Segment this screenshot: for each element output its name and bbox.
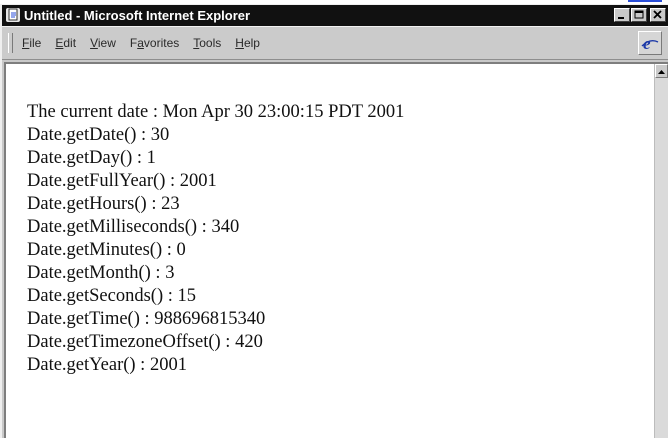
menu-bar: File Edit View Favorites Tools Help e	[2, 26, 668, 60]
page-content[interactable]: The current date : Mon Apr 30 23:00:15 P…	[6, 64, 654, 438]
menu-file[interactable]: File	[22, 36, 41, 50]
menu-help-accel: H	[235, 36, 244, 50]
title-bar[interactable]: Untitled - Microsoft Internet Explorer	[2, 5, 668, 26]
date-line: Date.getTimezoneOffset() : 420	[27, 332, 263, 352]
menu-items: File Edit View Favorites Tools Help	[22, 27, 274, 59]
date-line: Date.getFullYear() : 2001	[27, 171, 217, 191]
window-title: Untitled - Microsoft Internet Explorer	[24, 8, 251, 23]
scroll-up-arrow-icon	[658, 70, 665, 74]
menu-help-rest: elp	[243, 36, 260, 50]
date-line: Date.getDate() : 30	[27, 125, 170, 145]
ie-logo-icon: e	[641, 34, 659, 53]
menu-edit-rest: dit	[63, 36, 77, 50]
date-line: Date.getYear() : 2001	[27, 355, 187, 375]
close-button[interactable]	[650, 8, 666, 22]
menu-favorites-accel: a	[137, 36, 144, 50]
scroll-up-button[interactable]	[655, 64, 668, 78]
content-frame: The current date : Mon Apr 30 23:00:15 P…	[4, 62, 668, 438]
menu-favorites-rest: vorites	[143, 36, 180, 50]
date-line: Date.getTime() : 988696815340	[27, 309, 266, 329]
menu-help[interactable]: Help	[235, 36, 260, 50]
browser-window: Untitled - Microsoft Internet Explorer F…	[0, 4, 668, 438]
close-icon	[653, 10, 662, 19]
maximize-button[interactable]	[631, 8, 647, 22]
toolbar-grip[interactable]	[8, 33, 13, 53]
menu-favorites[interactable]: Favorites	[130, 36, 179, 50]
date-line: Date.getMinutes() : 0	[27, 240, 186, 260]
menu-tools-rest: ools	[199, 36, 222, 50]
window-controls	[614, 8, 666, 23]
menu-tools[interactable]: Tools	[193, 36, 221, 50]
menu-view-accel: V	[90, 36, 98, 50]
minimize-icon	[618, 17, 624, 19]
menu-edit[interactable]: Edit	[55, 36, 76, 50]
date-output-list: The current date : Mon Apr 30 23:00:15 P…	[27, 101, 404, 377]
date-line: The current date : Mon Apr 30 23:00:15 P…	[27, 102, 405, 122]
ie-page-icon[interactable]	[6, 8, 20, 22]
menu-view[interactable]: View	[90, 36, 116, 50]
minimize-button[interactable]	[614, 8, 630, 22]
date-line: Date.getSeconds() : 15	[27, 286, 197, 306]
date-line: Date.getHours() : 23	[27, 194, 180, 214]
link-underline-fragment	[628, 0, 662, 2]
menu-file-rest: ile	[29, 36, 42, 50]
maximize-icon	[634, 10, 644, 19]
date-line: Date.getDay() : 1	[27, 148, 156, 168]
date-line: Date.getMonth() : 3	[27, 263, 175, 283]
ie-logo-throbber[interactable]: e	[638, 31, 662, 55]
date-line: Date.getMilliseconds() : 340	[27, 217, 240, 237]
vertical-scrollbar[interactable]	[654, 64, 668, 438]
menu-view-rest: iew	[97, 36, 116, 50]
